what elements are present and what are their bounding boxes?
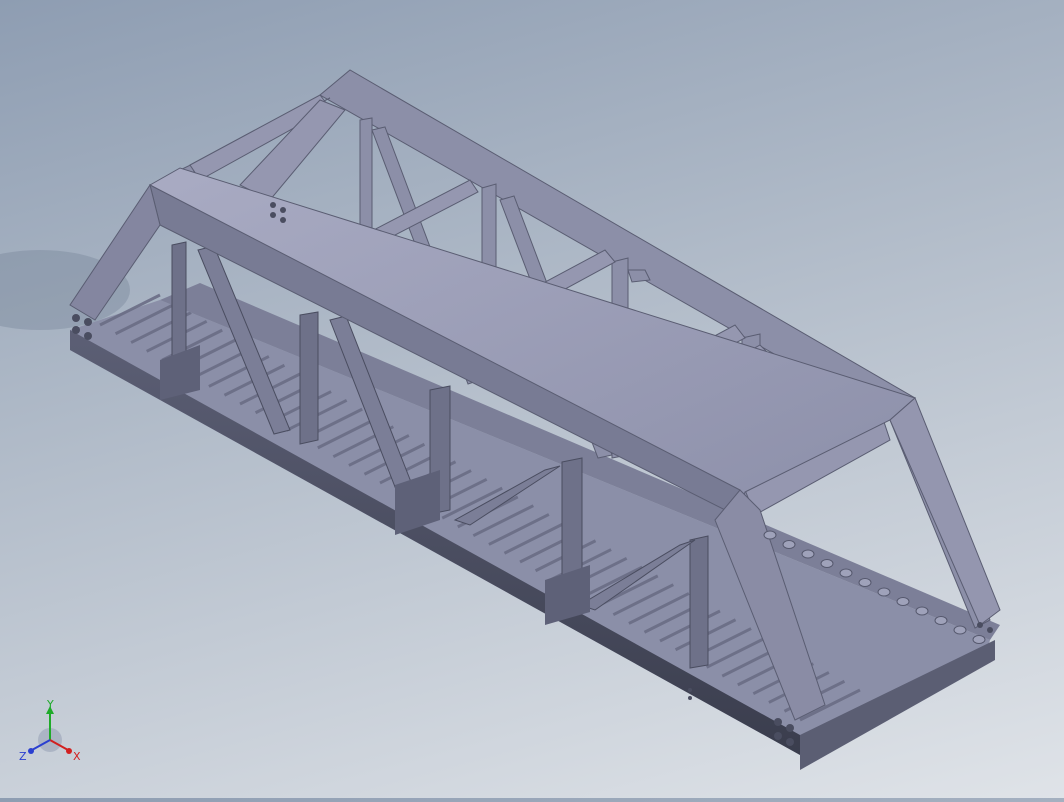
deck-stud (763, 530, 777, 540)
deck-stud (877, 587, 891, 597)
x-axis-label: X (73, 750, 81, 763)
deck-stud (915, 606, 929, 616)
deck-stud (820, 559, 834, 568)
deck-stud (782, 540, 796, 549)
deck-stud (972, 635, 986, 644)
bridge-model (0, 69, 1001, 770)
z-axis-label: Z (19, 750, 27, 763)
deck-stud (896, 597, 910, 606)
y-axis-label: Y (46, 700, 54, 711)
deck-stud (858, 578, 872, 587)
deck-stud (839, 568, 853, 578)
deck-stud (953, 625, 967, 635)
3d-viewport[interactable]: Y X Z (0, 0, 1064, 798)
axis-triad: Y X Z (19, 700, 81, 763)
deck-stud (934, 616, 948, 625)
deck-stud (801, 549, 815, 559)
